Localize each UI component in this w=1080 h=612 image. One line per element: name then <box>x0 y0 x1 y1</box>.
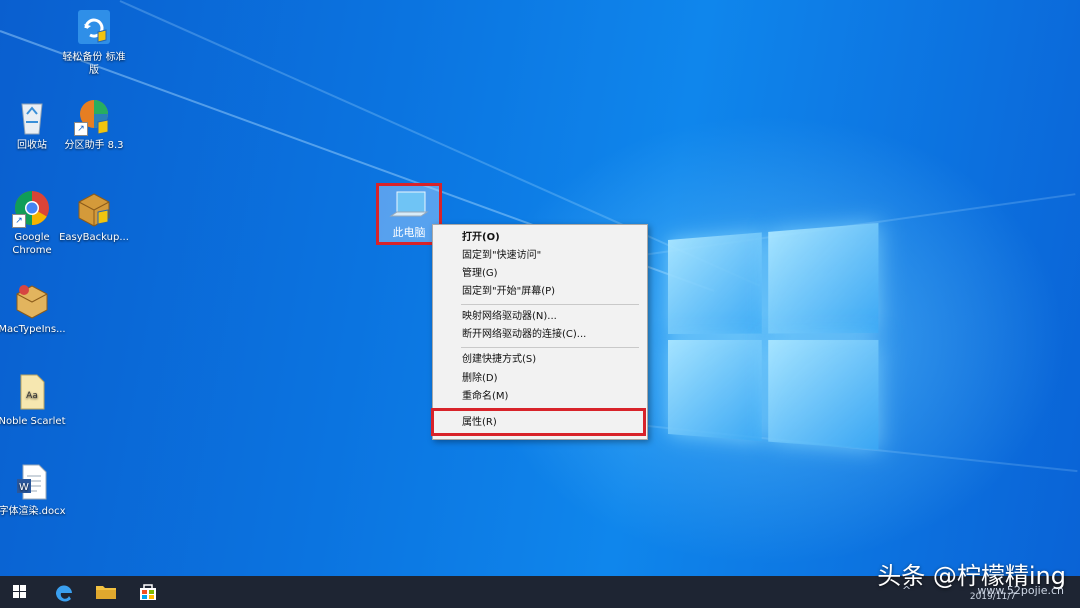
menu-item-rename[interactable]: 重命名(M) <box>462 388 508 405</box>
recycle-bin-icon <box>12 96 52 136</box>
desktop-icon-backup[interactable]: 轻松备份 标准版 <box>58 8 130 77</box>
menu-item-manage[interactable]: 管理(G) <box>462 265 498 282</box>
edge-icon[interactable] <box>44 576 84 608</box>
menu-item-disconnect-network-drive[interactable]: 断开网络驱动器的连接(C)... <box>462 326 586 343</box>
menu-item-open[interactable]: 打开(O) <box>462 229 500 246</box>
windows-logo-wallpaper <box>668 222 886 457</box>
desktop-icon-noble-scarlet[interactable]: Aa Noble Scarlet <box>0 372 68 428</box>
shortcut-arrow-icon: ↗ <box>74 122 88 136</box>
menu-item-create-shortcut[interactable]: 创建快捷方式(S) <box>462 351 536 368</box>
windows-start-icon[interactable] <box>0 576 40 608</box>
desktop-icon-label: MacTypeIns... <box>0 324 66 335</box>
desktop[interactable]: 轻松备份 标准版 回收站 ↗ 分区助手 8.3 ↗ Google Chrome … <box>0 0 1080 576</box>
file-explorer-icon[interactable] <box>86 576 126 608</box>
desktop-icon-partition-assistant[interactable]: ↗ 分区助手 8.3 <box>58 96 130 152</box>
desktop-icon-mactype[interactable]: MacTypeIns... <box>0 280 68 336</box>
desktop-icon-label: 分区助手 8.3 <box>64 140 124 151</box>
svg-text:Aa: Aa <box>26 391 38 401</box>
desktop-icon-label: EasyBackup... <box>59 232 129 243</box>
chrome-icon: ↗ <box>12 188 52 228</box>
properties-highlight-box <box>431 408 646 436</box>
word-document-icon: W <box>12 462 52 502</box>
desktop-icon-label: Noble Scarlet <box>0 416 66 427</box>
desktop-icon-easybackup[interactable]: EasyBackup... <box>58 188 130 244</box>
installer-box-icon <box>12 280 52 320</box>
easybackup-icon <box>74 188 114 228</box>
desktop-icon-label: 轻松备份 标准版 <box>62 52 126 76</box>
store-icon[interactable] <box>128 576 168 608</box>
watermark-site: www.52pojie.cn <box>977 584 1064 597</box>
desktop-icon-label: 字体渲染.docx <box>0 506 66 517</box>
menu-separator <box>461 347 639 348</box>
font-file-icon: Aa <box>12 372 52 412</box>
menu-item-delete[interactable]: 删除(D) <box>462 370 498 387</box>
menu-item-pin-quick-access[interactable]: 固定到"快速访问" <box>462 247 541 264</box>
computer-icon <box>389 190 429 224</box>
svg-text:W: W <box>19 482 29 493</box>
shortcut-arrow-icon: ↗ <box>12 214 26 228</box>
this-pc-label: 此电脑 <box>392 226 426 239</box>
menu-item-pin-start[interactable]: 固定到"开始"屏幕(P) <box>462 283 555 300</box>
partition-assistant-icon: ↗ <box>74 96 114 136</box>
menu-item-map-network-drive[interactable]: 映射网络驱动器(N)... <box>462 308 557 325</box>
backup-icon <box>74 8 114 48</box>
menu-separator <box>461 304 639 305</box>
desktop-icon-word-doc[interactable]: W 字体渲染.docx <box>0 462 68 518</box>
